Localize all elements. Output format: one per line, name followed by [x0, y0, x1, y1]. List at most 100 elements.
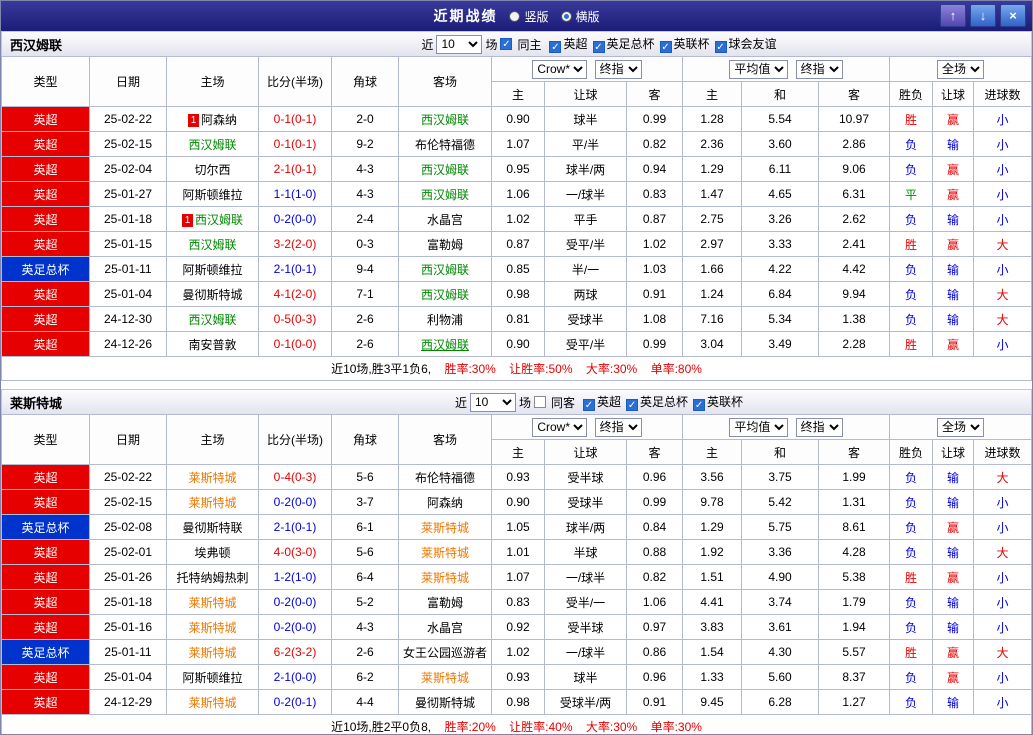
home-team-cell[interactable]: 莱斯特城	[167, 640, 259, 665]
home-team-cell[interactable]: 1西汉姆联	[167, 207, 259, 232]
handicap-home-odds-cell: 0.87	[492, 232, 545, 257]
col-corner: 角球	[332, 57, 399, 107]
handicap-result-cell: 输	[933, 282, 974, 307]
score-cell[interactable]: 0-1(0-0)	[259, 332, 332, 357]
away-team-cell[interactable]: 曼彻斯特城	[399, 690, 492, 715]
league-checkbox[interactable]: ✓	[693, 399, 705, 411]
away-team-cell[interactable]: 莱斯特城	[399, 665, 492, 690]
date-cell: 24-12-29	[90, 690, 167, 715]
score-cell[interactable]: 2-1(0-0)	[259, 665, 332, 690]
score-cell[interactable]: 0-2(0-0)	[259, 207, 332, 232]
away-team-cell[interactable]: 西汉姆联	[399, 282, 492, 307]
home-team-cell[interactable]: 莱斯特城	[167, 615, 259, 640]
layout-radio-vertical[interactable]: 竖版	[509, 8, 548, 25]
corner-cell: 9-2	[332, 132, 399, 157]
score-cell[interactable]: 0-5(0-3)	[259, 307, 332, 332]
score-cell[interactable]: 1-1(1-0)	[259, 182, 332, 207]
league-checkbox[interactable]: ✓	[626, 399, 638, 411]
home-team-cell[interactable]: 1阿森纳	[167, 107, 259, 132]
home-team-cell[interactable]: 曼彻斯特联	[167, 515, 259, 540]
avg-stage-select[interactable]: 终指	[796, 418, 843, 437]
odds-stage-select[interactable]: 终指	[595, 418, 642, 437]
league-checkbox-label: 球会友谊	[729, 37, 777, 51]
scroll-up-button[interactable]: ↑	[940, 4, 966, 27]
home-team-cell[interactable]: 阿斯顿维拉	[167, 665, 259, 690]
score-cell[interactable]: 0-4(0-3)	[259, 465, 332, 490]
avg-draw-odds-cell: 5.34	[742, 307, 819, 332]
away-team-cell[interactable]: 水晶宫	[399, 207, 492, 232]
league-checkbox[interactable]: ✓	[549, 41, 561, 53]
scroll-down-button[interactable]: ↓	[970, 4, 996, 27]
bookmaker-select[interactable]: Crow*	[532, 60, 587, 79]
col-result: 胜负	[890, 82, 933, 107]
away-team-cell[interactable]: 布伦特福德	[399, 465, 492, 490]
average-select[interactable]: 平均值	[729, 418, 788, 437]
score-cell[interactable]: 2-1(0-1)	[259, 515, 332, 540]
score-cell[interactable]: 2-1(0-1)	[259, 257, 332, 282]
score-cell[interactable]: 0-2(0-0)	[259, 590, 332, 615]
score-cell[interactable]: 4-0(3-0)	[259, 540, 332, 565]
home-team-name: 托特纳姆热刺	[176, 571, 248, 585]
down-arrow-icon: ↓	[980, 8, 987, 23]
recent-count-select[interactable]: 10	[436, 35, 482, 54]
score-cell[interactable]: 4-1(2-0)	[259, 282, 332, 307]
home-team-cell[interactable]: 西汉姆联	[167, 307, 259, 332]
close-button[interactable]: ×	[1000, 4, 1026, 27]
home-team-cell[interactable]: 莱斯特城	[167, 490, 259, 515]
goals-result-cell: 大	[974, 282, 1032, 307]
fulltime-select[interactable]: 全场	[937, 418, 984, 437]
home-team-cell[interactable]: 曼彻斯特城	[167, 282, 259, 307]
average-select[interactable]: 平均值	[729, 60, 788, 79]
away-team-cell[interactable]: 阿森纳	[399, 490, 492, 515]
home-team-cell[interactable]: 切尔西	[167, 157, 259, 182]
score-cell[interactable]: 0-2(0-0)	[259, 615, 332, 640]
fulltime-select[interactable]: 全场	[937, 60, 984, 79]
score-cell[interactable]: 6-2(3-2)	[259, 640, 332, 665]
league-checkbox[interactable]: ✓	[583, 399, 595, 411]
home-team-cell[interactable]: 托特纳姆热刺	[167, 565, 259, 590]
odds-stage-select[interactable]: 终指	[595, 60, 642, 79]
score-cell[interactable]: 0-2(0-0)	[259, 490, 332, 515]
away-team-cell[interactable]: 西汉姆联	[399, 257, 492, 282]
layout-radio-horizontal[interactable]: 横版	[561, 8, 600, 25]
handicap-cell: 平手	[545, 207, 627, 232]
away-team-cell[interactable]: 富勒姆	[399, 232, 492, 257]
score-cell[interactable]: 1-2(1-0)	[259, 565, 332, 590]
same-venue-checkbox[interactable]: ✓	[500, 38, 512, 50]
away-team-cell[interactable]: 莱斯特城	[399, 540, 492, 565]
home-team-cell[interactable]: 阿斯顿维拉	[167, 257, 259, 282]
away-team-cell[interactable]: 西汉姆联	[399, 157, 492, 182]
date-cell: 24-12-30	[90, 307, 167, 332]
league-checkbox[interactable]: ✓	[715, 41, 727, 53]
home-team-cell[interactable]: 南安普敦	[167, 332, 259, 357]
home-team-cell[interactable]: 莱斯特城	[167, 690, 259, 715]
home-team-cell[interactable]: 莱斯特城	[167, 590, 259, 615]
col-goals: 进球数	[974, 440, 1032, 465]
score-cell[interactable]: 3-2(2-0)	[259, 232, 332, 257]
home-team-cell[interactable]: 莱斯特城	[167, 465, 259, 490]
same-venue-checkbox[interactable]	[534, 396, 546, 408]
away-team-cell[interactable]: 莱斯特城	[399, 565, 492, 590]
home-team-cell[interactable]: 西汉姆联	[167, 132, 259, 157]
away-team-cell[interactable]: 西汉姆联	[399, 107, 492, 132]
away-team-cell[interactable]: 富勒姆	[399, 590, 492, 615]
away-team-cell[interactable]: 西汉姆联	[399, 332, 492, 357]
league-checkbox[interactable]: ✓	[660, 41, 672, 53]
home-team-cell[interactable]: 阿斯顿维拉	[167, 182, 259, 207]
score-cell[interactable]: 0-2(0-1)	[259, 690, 332, 715]
away-team-cell[interactable]: 莱斯特城	[399, 515, 492, 540]
score-cell[interactable]: 0-1(0-1)	[259, 107, 332, 132]
bookmaker-select[interactable]: Crow*	[532, 418, 587, 437]
away-team-cell[interactable]: 女王公园巡游者	[399, 640, 492, 665]
away-team-cell[interactable]: 布伦特福德	[399, 132, 492, 157]
avg-stage-select[interactable]: 终指	[796, 60, 843, 79]
league-checkbox[interactable]: ✓	[593, 41, 605, 53]
score-cell[interactable]: 2-1(0-1)	[259, 157, 332, 182]
away-team-cell[interactable]: 利物浦	[399, 307, 492, 332]
away-team-cell[interactable]: 西汉姆联	[399, 182, 492, 207]
home-team-cell[interactable]: 埃弗顿	[167, 540, 259, 565]
recent-count-select[interactable]: 10	[470, 393, 516, 412]
away-team-cell[interactable]: 水晶宫	[399, 615, 492, 640]
score-cell[interactable]: 0-1(0-1)	[259, 132, 332, 157]
home-team-cell[interactable]: 西汉姆联	[167, 232, 259, 257]
